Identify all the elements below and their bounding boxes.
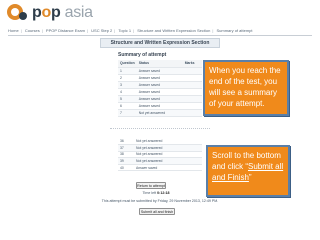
breadcrumb-item[interactable]: Structure and Written Expression Section <box>137 28 210 33</box>
status-cell: Answer saved <box>136 81 183 89</box>
marks-cell <box>180 157 202 165</box>
scroll-gap-divider <box>110 128 210 131</box>
summary-title: Summary of attempt <box>118 52 167 58</box>
table-row: 37 Not yet answered <box>118 144 202 152</box>
header-divider <box>8 35 312 36</box>
breadcrumb-item[interactable]: Courses <box>25 28 40 33</box>
question-number-link[interactable]: 36 <box>118 138 134 146</box>
breadcrumb-item[interactable]: PPOP Distance Exam <box>46 28 85 33</box>
logo-wordmark: pop asia <box>32 4 93 21</box>
table-row: 5 Answer saved <box>118 95 202 103</box>
table-row: 40 Answer saved <box>118 164 202 172</box>
time-left: Time left 0:12:18 <box>126 191 186 195</box>
question-number-link[interactable]: 38 <box>118 151 134 159</box>
table-row: 2 Answer saved <box>118 74 202 82</box>
question-number-link[interactable]: 39 <box>118 157 134 165</box>
time-left-value: 0:12:18 <box>157 191 170 195</box>
status-cell: Answer saved <box>136 74 183 82</box>
instruction-callout-submit: Scroll to the bottom and click “Submit a… <box>206 145 290 197</box>
table-row: 6 Answer saved <box>118 102 202 110</box>
breadcrumb-item[interactable]: USC Step 2 <box>91 28 112 33</box>
status-cell: Not yet answered <box>136 109 183 117</box>
status-cell: Answer saved <box>136 95 183 103</box>
summary-table-bottom: 36 Not yet answered 37 Not yet answered … <box>118 138 202 172</box>
status-cell: Not yet answered <box>134 151 180 159</box>
table-row: 36 Not yet answered <box>118 138 202 146</box>
marks-cell <box>182 88 202 96</box>
table-row: 39 Not yet answered <box>118 157 202 165</box>
column-header-status: Status <box>136 60 183 68</box>
column-header-marks: Marks <box>182 60 202 68</box>
breadcrumb-item[interactable]: Home <box>8 28 19 33</box>
breadcrumb: Home | Courses | PPOP Distance Exam | USC S… <box>8 28 253 33</box>
status-cell: Answer saved <box>134 164 180 172</box>
status-cell: Answer saved <box>136 102 183 110</box>
status-cell: Not yet answered <box>134 144 180 152</box>
time-left-label: Time left <box>142 191 157 195</box>
question-number-link[interactable]: 2 <box>118 74 137 82</box>
table-row: 4 Answer saved <box>118 88 202 96</box>
question-number-link[interactable]: 40 <box>118 164 134 172</box>
status-cell: Not yet answered <box>134 157 180 165</box>
breadcrumb-item[interactable]: Topic 1 <box>118 28 131 33</box>
table-row: 7 Not yet answered <box>118 109 202 117</box>
logo-mark-icon <box>7 4 27 20</box>
status-cell: Not yet answered <box>134 138 180 146</box>
ppop-asia-logo[interactable]: pop asia <box>6 3 98 23</box>
marks-cell <box>182 102 202 110</box>
section-title: Structure and Written Expression Section <box>100 38 220 48</box>
marks-cell <box>180 164 202 172</box>
submit-all-and-finish-button[interactable]: Submit all and finish <box>139 208 175 215</box>
breadcrumb-item: Summary of attempt <box>216 28 253 33</box>
status-cell: Answer saved <box>136 67 183 75</box>
marks-cell <box>182 109 202 117</box>
table-header-row: Question Status Marks <box>118 60 202 68</box>
marks-cell <box>180 138 202 146</box>
marks-cell <box>180 151 202 159</box>
callout-text-end: ” <box>248 173 252 182</box>
status-cell: Answer saved <box>136 88 183 96</box>
table-row: 38 Not yet answered <box>118 151 202 159</box>
column-header-question: Question <box>118 60 137 68</box>
submission-deadline-text: This attempt must be submitted by Friday… <box>101 199 219 203</box>
summary-table-top: Question Status Marks 1 Answer saved 2 A… <box>118 60 202 117</box>
return-to-attempt-button[interactable]: Return to attempt <box>136 182 166 189</box>
question-number-link[interactable]: 37 <box>118 144 134 152</box>
marks-cell <box>182 81 202 89</box>
question-number-link[interactable]: 1 <box>118 67 137 75</box>
question-number-link[interactable]: 4 <box>118 88 137 96</box>
marks-cell <box>182 74 202 82</box>
question-number-link[interactable]: 6 <box>118 102 137 110</box>
instruction-callout-summary: When you reach the end of the test, you … <box>203 60 289 116</box>
question-number-link[interactable]: 3 <box>118 81 137 89</box>
question-number-link[interactable]: 7 <box>118 109 137 117</box>
marks-cell <box>180 144 202 152</box>
marks-cell <box>182 67 202 75</box>
question-number-link[interactable]: 5 <box>118 95 137 103</box>
table-row: 3 Answer saved <box>118 81 202 89</box>
table-row: 1 Answer saved <box>118 67 202 75</box>
marks-cell <box>182 95 202 103</box>
